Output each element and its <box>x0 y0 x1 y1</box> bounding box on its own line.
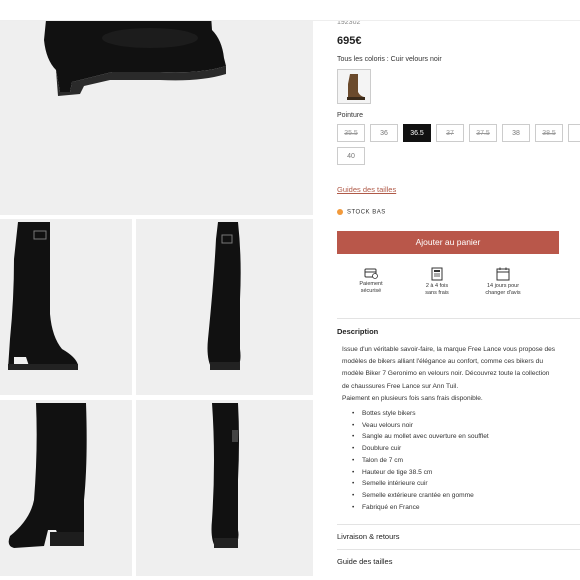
list-item: Fabriqué en France <box>352 502 489 514</box>
list-item: Sangle au mollet avec ouverture en souff… <box>352 431 489 443</box>
list-item: Hauteur de tige 38.5 cm <box>352 467 489 479</box>
feature-returns: 14 jours pour changer d'avis <box>473 267 533 297</box>
list-item: Semelle intérieure cuir <box>352 478 489 490</box>
list-item: Semelle extérieure crantée en gomme <box>352 490 489 502</box>
size-option[interactable]: 37 <box>436 124 464 142</box>
size-option[interactable]: 40 <box>337 147 365 165</box>
list-item: Veau velours noir <box>352 420 489 432</box>
size-option[interactable]: 37.5 <box>469 124 497 142</box>
feature-line: sans frais <box>425 290 449 296</box>
description-line: Issue d'un véritable savoir-faire, la ma… <box>342 346 556 353</box>
stock-dot-icon <box>337 209 343 215</box>
feature-line: Paiement <box>359 281 383 287</box>
size-option[interactable]: 35.5 <box>337 124 365 142</box>
description-title[interactable]: Description <box>337 327 378 336</box>
top-bar <box>0 0 580 21</box>
list-item: Doublure cuir <box>352 443 489 455</box>
size-label: Pointure <box>337 112 364 119</box>
feature-installments: 2 à 4 fois sans frais <box>407 267 467 297</box>
feature-line: 14 jours pour <box>486 283 520 289</box>
feature-line: changer d'avis <box>485 290 521 296</box>
list-item: Bottes style bikers <box>352 408 489 420</box>
boot-image <box>44 0 226 96</box>
size-option[interactable] <box>568 124 580 142</box>
boot-image <box>211 403 239 548</box>
divider <box>337 318 580 319</box>
feature-secure-payment: Paiement sécurisé <box>341 267 401 295</box>
size-option[interactable]: 38 <box>502 124 530 142</box>
feature-list: Bottes style bikers Veau velours noir Sa… <box>352 408 489 513</box>
stock-text: STOCK BAS <box>347 209 386 216</box>
boot-swatch-image <box>347 74 365 100</box>
size-option[interactable]: 36 <box>370 124 398 142</box>
stock-status: STOCK BAS <box>337 209 386 216</box>
product-price: 695€ <box>337 35 362 47</box>
thumbnail-boot-front[interactable] <box>0 400 132 576</box>
feature-line: sécurisé <box>360 288 382 294</box>
add-to-cart-button[interactable]: Ajouter au panier <box>337 231 559 254</box>
size-option[interactable]: 38.5 <box>535 124 563 142</box>
colors-label: Tous les coloris : Cuir velours noir <box>337 56 442 63</box>
secure-payment-icon <box>364 268 378 279</box>
color-swatch[interactable] <box>337 69 371 104</box>
divider <box>337 524 580 525</box>
divider <box>337 549 580 550</box>
boot-image <box>8 222 78 370</box>
description-line: modèle Biker 7 Geronimo en velours noir.… <box>342 370 550 378</box>
delivery-returns-section[interactable]: Livraison & retours <box>337 532 400 541</box>
calendar-return-icon <box>496 267 510 281</box>
boot-image <box>207 222 241 370</box>
payment-note: Paiement en plusieurs fois sans frais di… <box>342 394 483 402</box>
main-product-image[interactable] <box>0 0 313 215</box>
size-option-selected[interactable]: 36.5 <box>403 124 431 142</box>
installments-icon <box>431 267 443 281</box>
thumbnail-boot-back[interactable] <box>136 219 313 395</box>
size-guide-section[interactable]: Guide des tailles <box>337 557 392 566</box>
list-item: Talon de 7 cm <box>352 455 489 467</box>
description-line: de chaussures Free Lance sur Ann Tuil. <box>342 382 459 390</box>
boot-image <box>8 403 87 548</box>
size-guide-link[interactable]: Guides des tailles <box>337 185 396 194</box>
thumbnail-boot-side[interactable] <box>0 219 132 395</box>
thumbnail-boot-rear[interactable] <box>136 400 313 576</box>
description-line: modèles de bikers alliant l'élégance au … <box>342 358 544 366</box>
description-text: Issue d'un véritable savoir-faire, la ma… <box>342 344 580 405</box>
feature-line: 2 à 4 fois <box>425 283 449 289</box>
